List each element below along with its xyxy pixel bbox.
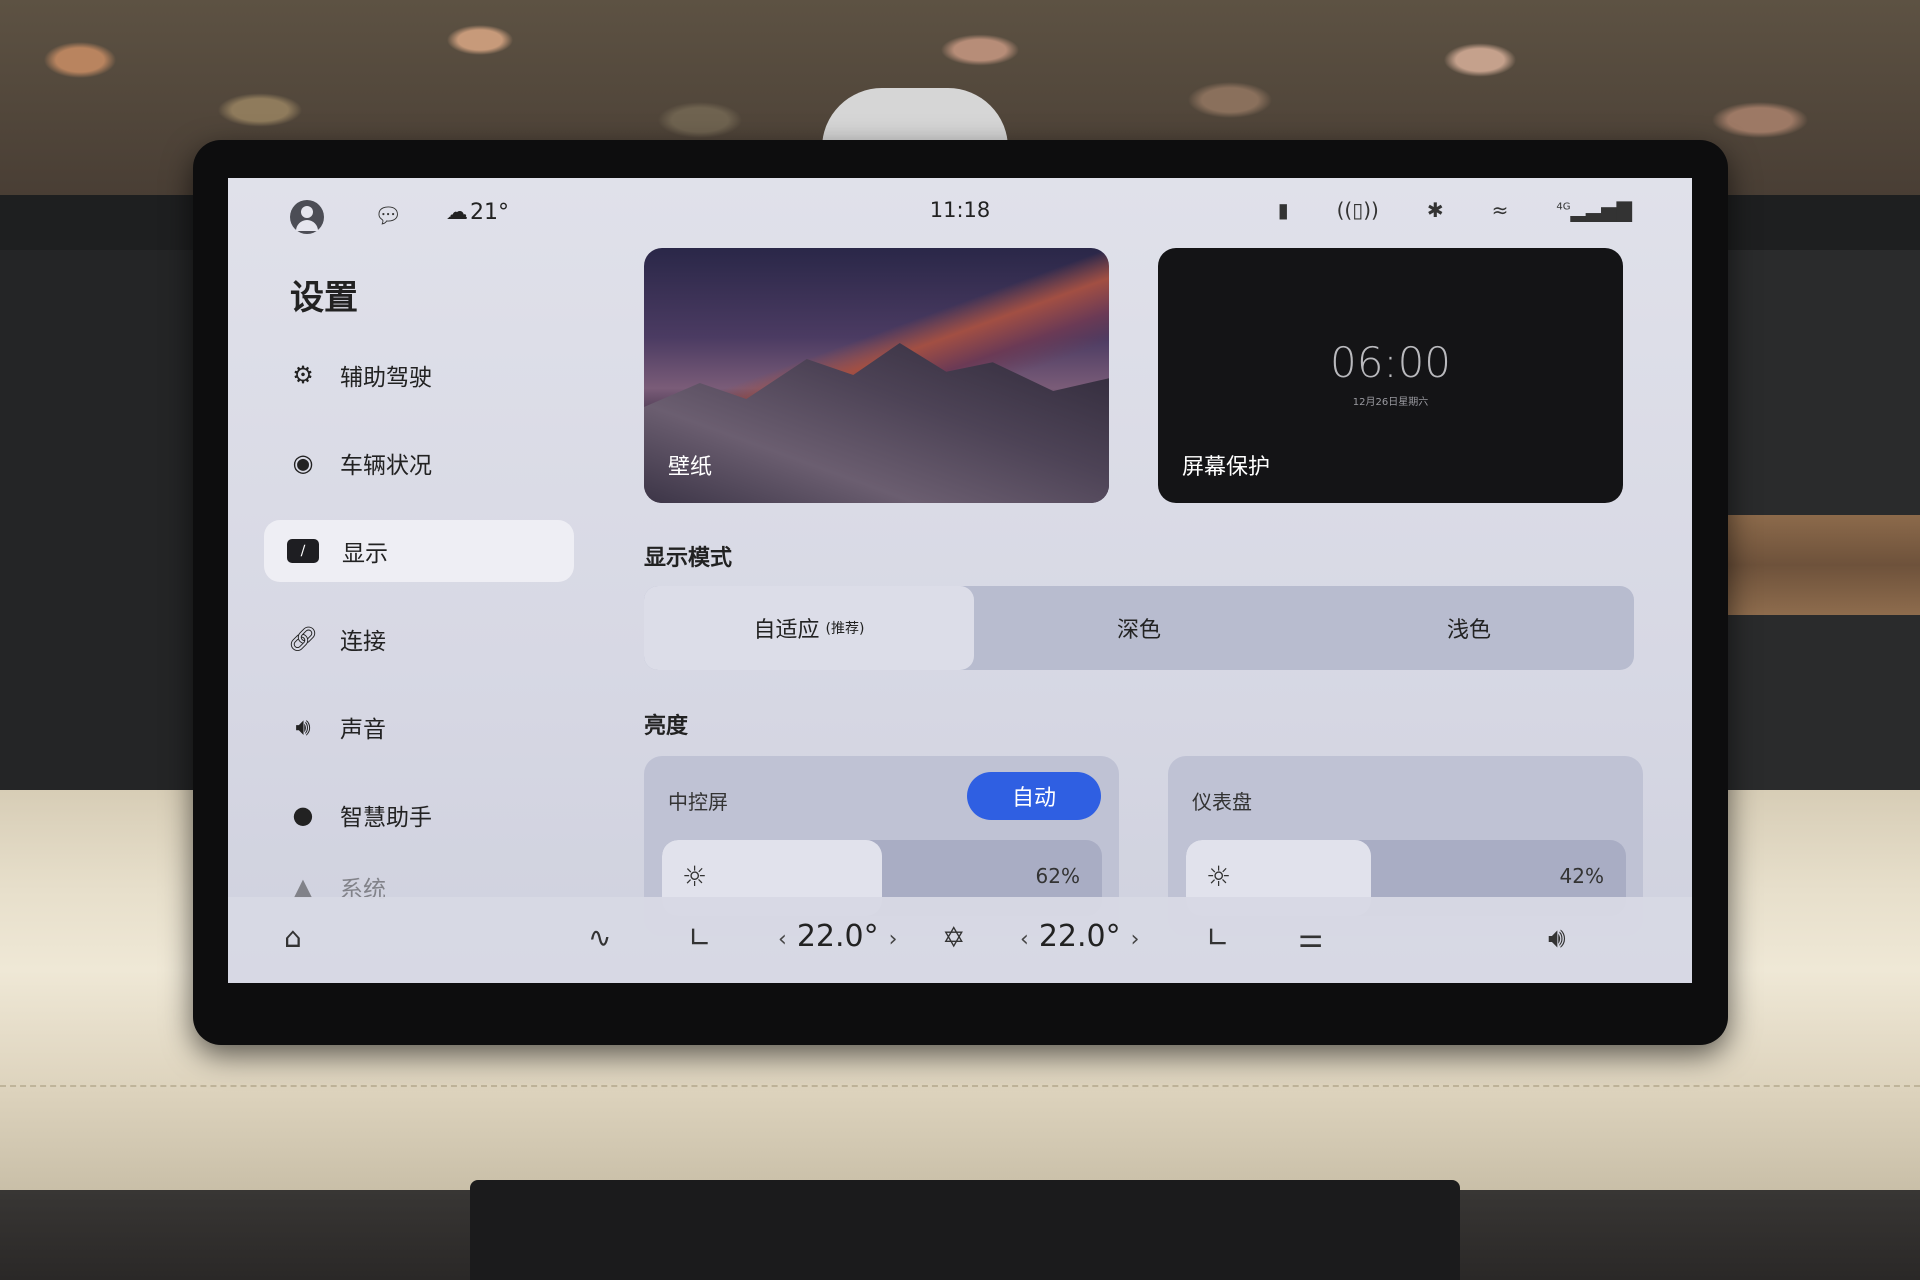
sidebar-item-sound[interactable]: 🔊︎ 声音 <box>264 696 574 758</box>
bottom-dock: ⌂ ∿ ∟ ‹ 22.0° › ✡ ‹ 22.0° › ∟ ⚌ 🔊︎ <box>228 897 1692 983</box>
system-icons: ▮ ((▯)) ✱ ≈ 4G▂▃▅▇ <box>1278 198 1632 222</box>
instrument-label: 仪表盘 <box>1192 790 1252 814</box>
brightness-title: 亮度 <box>644 714 689 739</box>
sidebar-item-vehicle-status[interactable]: ◉ 车辆状况 <box>264 432 574 494</box>
wood-trim <box>1712 515 1920 615</box>
chevron-left-icon[interactable]: ‹ <box>1020 927 1029 952</box>
wallpaper-card[interactable]: 壁纸 <box>644 248 1109 503</box>
dashboard-left <box>0 250 210 790</box>
cellular-icon: 4G▂▃▅▇ <box>1556 198 1632 222</box>
page-title: 设置 <box>290 278 358 318</box>
defrost-icon[interactable]: ∿ <box>588 921 611 954</box>
sidebar-item-label: 车辆状况 <box>340 453 432 479</box>
chevron-left-icon[interactable]: ‹ <box>778 927 787 952</box>
screensaver-date: 12月26日星期六 <box>1352 397 1429 408</box>
sun-icon: ☼ <box>682 860 708 893</box>
mode-option-adaptive[interactable]: 自适应 (推荐) <box>644 586 974 670</box>
mode-option-label: 浅色 <box>1446 618 1491 643</box>
mode-option-dark[interactable]: 深色 <box>974 586 1304 670</box>
assistant-icon: ● <box>292 801 314 829</box>
infotainment-screen: 💬︎ ☁︎21° 11:18 ▮ ((▯)) ✱ ≈ 4G▂▃▅▇ 设置 ⚙ 辅… <box>228 178 1692 983</box>
slider-value: 42% <box>1559 864 1604 888</box>
mode-option-note: (推荐) <box>825 621 865 637</box>
mode-option-label: 自适应 <box>753 618 820 643</box>
fan-icon[interactable]: ✡ <box>942 921 965 954</box>
vehicle-status-icon: ◉ <box>292 449 314 477</box>
display-icon: ∕ <box>287 539 319 563</box>
screensaver-time: 06:00 <box>1329 338 1452 387</box>
right-temp-control: ‹ 22.0° › <box>1010 919 1149 954</box>
left-temp-value: 22.0° <box>796 919 879 954</box>
mountain-image <box>644 343 1109 503</box>
leather-stitch <box>0 1085 1920 1087</box>
link-icon: 🔗︎ <box>287 625 319 653</box>
steering-wheel-icon: ⚙ <box>292 361 314 389</box>
seat-heat-left-icon[interactable]: ∟ <box>688 921 711 954</box>
display-mode-title: 显示模式 <box>644 546 733 571</box>
sidebar-item-label: 显示 <box>342 541 388 567</box>
sidebar-item-label: 声音 <box>340 717 386 743</box>
sidebar-item-label: 智慧助手 <box>340 805 432 831</box>
center-screen-label: 中控屏 <box>668 790 728 814</box>
left-temp-control: ‹ 22.0° › <box>768 919 907 954</box>
wifi-icon[interactable]: ≈ <box>1492 198 1509 222</box>
sidebar-item-assistant[interactable]: ● 智慧助手 <box>264 784 574 846</box>
volume-icon[interactable]: 🔊︎ <box>1548 921 1566 955</box>
home-icon[interactable]: ⌂ <box>284 921 302 954</box>
sidebar-item-connect[interactable]: 🔗︎ 连接 <box>264 608 574 670</box>
air-vent <box>470 1180 1460 1280</box>
screensaver-card[interactable]: 06:00 12月26日星期六 屏幕保护 <box>1158 248 1623 503</box>
sidebar-item-label: 辅助驾驶 <box>340 365 432 391</box>
speaker-icon: 🔊︎ <box>295 713 311 741</box>
display-mode-selector: 自适应 (推荐) 深色 浅色 <box>644 586 1634 670</box>
chevron-right-icon[interactable]: › <box>889 927 898 952</box>
vibrate-icon[interactable]: ((▯)) <box>1337 198 1379 222</box>
sidebar-item-label: 连接 <box>340 629 386 655</box>
chevron-right-icon[interactable]: › <box>1131 927 1140 952</box>
sidebar-item-display[interactable]: ∕ 显示 <box>264 520 574 582</box>
mode-option-light[interactable]: 浅色 <box>1304 586 1634 670</box>
mode-option-label: 深色 <box>1116 618 1161 643</box>
car-icon[interactable]: ⚌ <box>1298 921 1323 954</box>
seat-heat-right-icon[interactable]: ∟ <box>1206 921 1229 954</box>
auto-brightness-button[interactable]: 自动 <box>967 772 1101 820</box>
sidebar-nav: ⚙ 辅助驾驶 ◉ 车辆状况 ∕ 显示 🔗︎ 连接 🔊︎ 声音 ● 智慧助手 ▲ … <box>264 318 574 902</box>
status-bar: 💬︎ ☁︎21° 11:18 ▮ ((▯)) ✱ ≈ 4G▂▃▅▇ <box>228 178 1692 248</box>
screensaver-label: 屏幕保护 <box>1182 455 1271 480</box>
screen-cast-icon[interactable]: ▮ <box>1278 198 1289 222</box>
network-label: 4G <box>1556 201 1571 213</box>
wallpaper-label: 壁纸 <box>668 455 713 480</box>
slider-value: 62% <box>1035 864 1080 888</box>
sidebar-item-assisted-driving[interactable]: ⚙ 辅助驾驶 <box>264 344 574 406</box>
bluetooth-icon[interactable]: ✱ <box>1427 198 1444 222</box>
right-temp-value: 22.0° <box>1038 919 1121 954</box>
sun-icon: ☼ <box>1206 860 1232 893</box>
